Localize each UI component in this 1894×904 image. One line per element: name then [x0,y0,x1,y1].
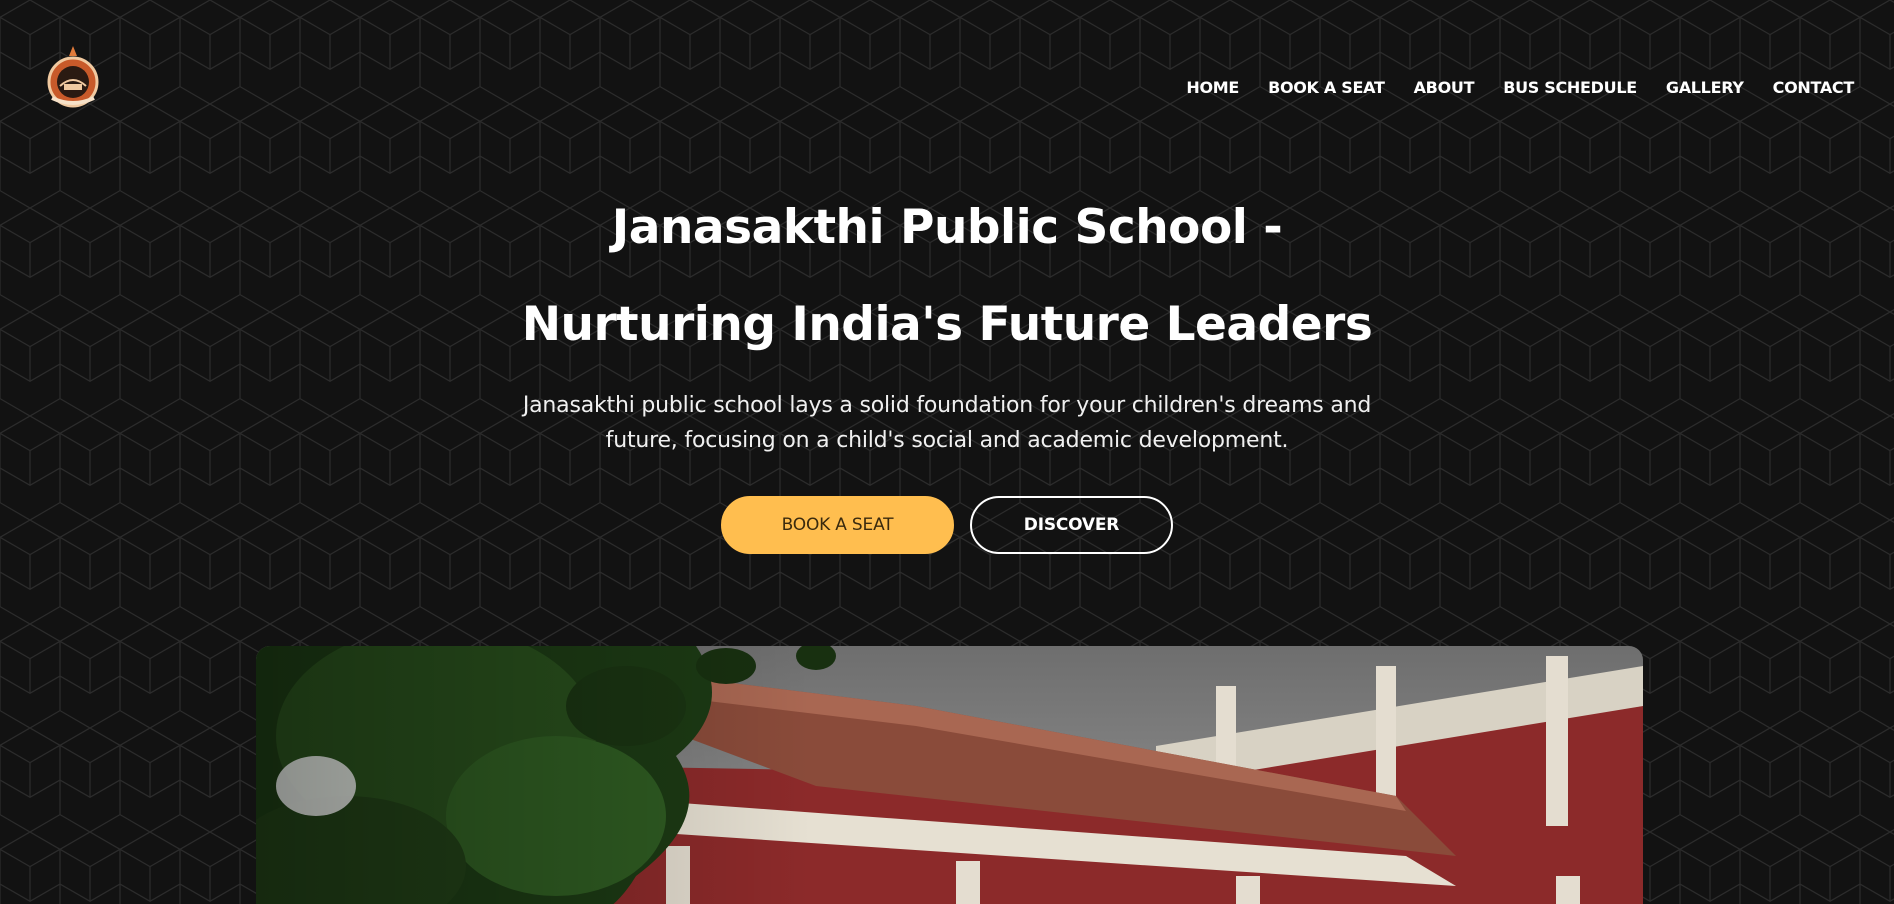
hero-title-line1: Janasakthi Public School - [611,200,1283,255]
nav-gallery[interactable]: GALLERY [1666,78,1744,97]
nav-contact[interactable]: CONTACT [1773,78,1855,97]
nav-home[interactable]: HOME [1186,78,1239,97]
school-logo[interactable] [40,44,106,110]
nav-book-a-seat[interactable]: BOOK A SEAT [1268,78,1385,97]
book-a-seat-button[interactable]: BOOK A SEAT [721,496,954,554]
hero-buttons: BOOK A SEAT DISCOVER [0,496,1894,554]
hero-section: Janasakthi Public School - Nurturing Ind… [0,190,1894,554]
hero-title-line2: Nurturing India's Future Leaders [521,297,1373,352]
nav-about[interactable]: ABOUT [1414,78,1475,97]
school-building-photo [256,646,1643,904]
nav-bus-schedule[interactable]: BUS SCHEDULE [1503,78,1637,97]
main-nav: HOME BOOK A SEAT ABOUT BUS SCHEDULE GALL… [1186,78,1854,97]
page: HOME BOOK A SEAT ABOUT BUS SCHEDULE GALL… [0,0,1894,904]
site-header: HOME BOOK A SEAT ABOUT BUS SCHEDULE GALL… [0,0,1894,180]
discover-button[interactable]: DISCOVER [970,496,1173,554]
hero-description: Janasakthi public school lays a solid fo… [522,393,1372,453]
